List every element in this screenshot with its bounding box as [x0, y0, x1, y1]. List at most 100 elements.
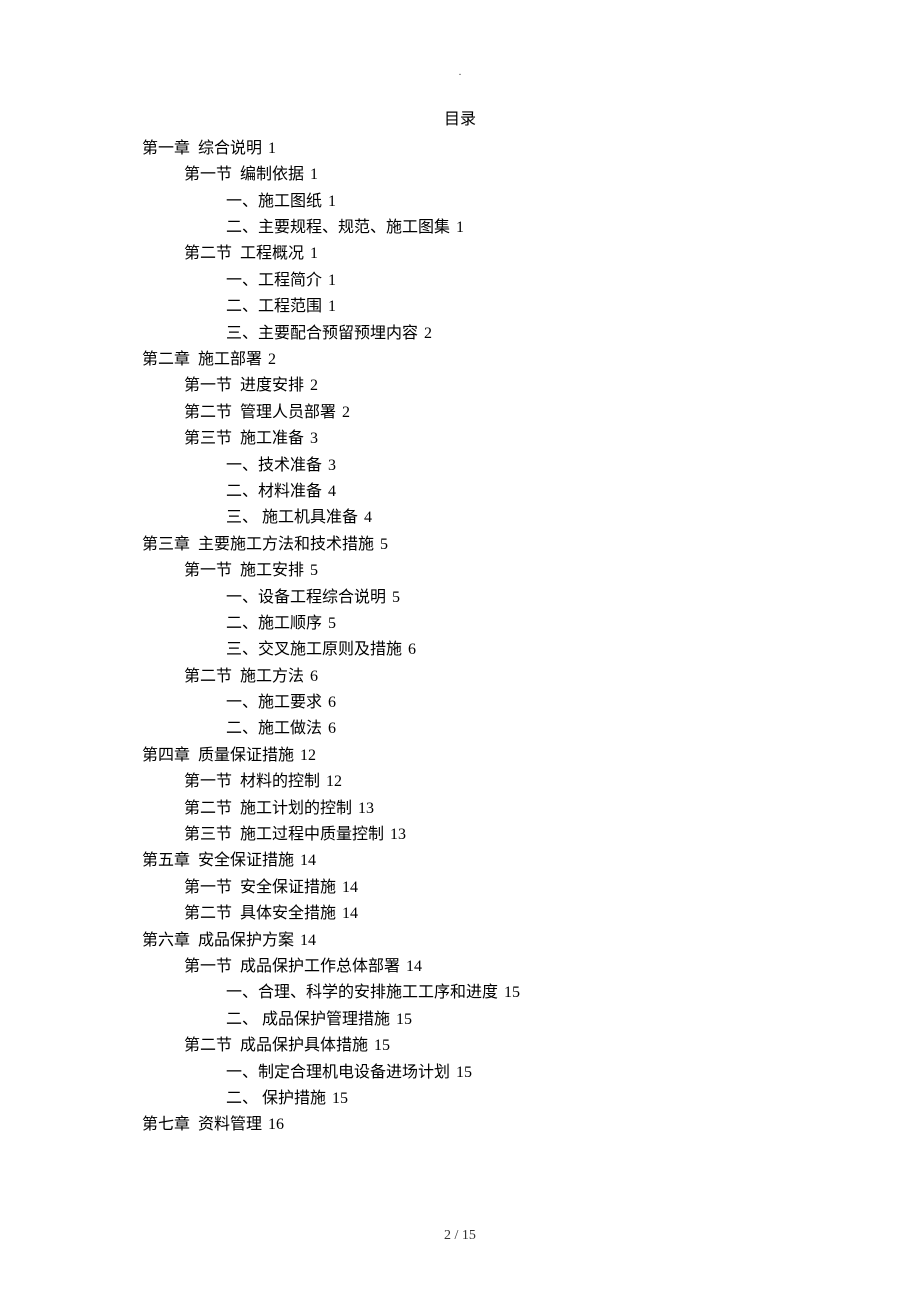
toc-entry-page: 15 — [500, 984, 520, 1001]
toc-entry: 第四章 质量保证措施 12 — [142, 743, 920, 769]
toc-entry-page: 5 — [388, 589, 400, 606]
toc-entry-label: 二、 — [226, 483, 258, 500]
toc-entry-page: 5 — [376, 536, 388, 553]
toc-title: 目录 — [0, 107, 920, 133]
toc-entry-page: 13 — [354, 800, 374, 817]
toc-entry-text: 保护措施 — [258, 1090, 326, 1107]
toc-entry-separator — [232, 562, 240, 579]
toc-entry-text: 工程范围 — [258, 298, 322, 315]
toc-entry: 第二节 施工计划的控制 13 — [184, 796, 920, 822]
toc-entry-separator — [232, 377, 240, 394]
toc-entry-page: 6 — [306, 668, 318, 685]
toc-entry-label: 第二章 — [142, 351, 190, 368]
toc-entry: 二、 成品保护管理措施 15 — [226, 1007, 920, 1033]
toc-entry-text: 施工要求 — [258, 694, 322, 711]
toc-entry: 第三节 施工过程中质量控制 13 — [184, 822, 920, 848]
toc-entry-page: 14 — [296, 852, 316, 869]
toc-entry-page: 5 — [324, 615, 336, 632]
toc-entry-text: 施工方法 — [240, 668, 304, 685]
toc-entry-text: 合理、科学的安排施工工序和进度 — [258, 984, 498, 1001]
toc-entry: 第一节 成品保护工作总体部署 14 — [184, 954, 920, 980]
toc-entry-label: 二、 — [226, 298, 258, 315]
header-mark: . — [0, 0, 920, 82]
toc-entry: 第二节 具体安全措施 14 — [184, 901, 920, 927]
toc-entry-text: 进度安排 — [240, 377, 304, 394]
toc-entry-text: 工程简介 — [258, 272, 322, 289]
toc-entry-page: 1 — [306, 245, 318, 262]
toc-entry-separator — [232, 668, 240, 685]
toc-entry-label: 第一节 — [184, 166, 232, 183]
toc-entry: 三、交叉施工原则及措施 6 — [226, 637, 920, 663]
toc-entry-text: 主要施工方法和技术措施 — [198, 536, 374, 553]
toc-entry-page: 13 — [386, 826, 406, 843]
toc-entry-separator — [232, 430, 240, 447]
toc-entry-label: 第三章 — [142, 536, 190, 553]
toc-entry: 二、材料准备 4 — [226, 479, 920, 505]
toc-entry-text: 技术准备 — [258, 457, 322, 474]
toc-entry-label: 第一节 — [184, 562, 232, 579]
toc-entry-label: 第五章 — [142, 852, 190, 869]
toc-entry: 第一节 进度安排 2 — [184, 373, 920, 399]
toc-entry-page: 1 — [324, 272, 336, 289]
toc-entry-text: 质量保证措施 — [198, 747, 294, 764]
toc-entry-page: 2 — [306, 377, 318, 394]
toc-entry: 一、设备工程综合说明 5 — [226, 585, 920, 611]
toc-entry-page: 16 — [264, 1116, 284, 1133]
toc-entry-text: 管理人员部署 — [240, 404, 336, 421]
toc-entry-separator — [190, 932, 198, 949]
toc-entry-label: 三、 — [226, 641, 258, 658]
toc-entry-separator — [190, 1116, 198, 1133]
toc-entry: 二、施工做法 6 — [226, 716, 920, 742]
page-footer: 2 / 15 — [0, 1224, 920, 1247]
toc-entry-page: 5 — [306, 562, 318, 579]
toc-entry-label: 第二节 — [184, 245, 232, 262]
toc-entry-text: 安全保证措施 — [240, 879, 336, 896]
toc-entry-separator — [232, 958, 240, 975]
toc-entry-text: 制定合理机电设备进场计划 — [258, 1064, 450, 1081]
toc-entry-separator — [190, 351, 198, 368]
toc-entry-label: 一、 — [226, 1064, 258, 1081]
toc-entry-text: 工程概况 — [240, 245, 304, 262]
toc-entry-separator — [232, 166, 240, 183]
toc-entry-label: 第七章 — [142, 1116, 190, 1133]
toc-entry-text: 主要规程、规范、施工图集 — [258, 219, 450, 236]
toc-entry-separator — [190, 852, 198, 869]
toc-entry-text: 施工安排 — [240, 562, 304, 579]
toc-entry-page: 1 — [452, 219, 464, 236]
toc-entry-text: 设备工程综合说明 — [258, 589, 386, 606]
toc-entry: 一、工程简介 1 — [226, 268, 920, 294]
toc-entry-text: 材料准备 — [258, 483, 322, 500]
toc-entry: 第一节 安全保证措施 14 — [184, 875, 920, 901]
toc-entry-separator — [232, 773, 240, 790]
toc-entry-page: 14 — [402, 958, 422, 975]
toc-entry-label: 二、 — [226, 615, 258, 632]
toc-entry: 第三节 施工准备 3 — [184, 426, 920, 452]
toc-entry-separator — [232, 905, 240, 922]
toc-entry-page: 6 — [404, 641, 416, 658]
toc-entry-separator — [232, 245, 240, 262]
toc-entry: 第二节 施工方法 6 — [184, 664, 920, 690]
toc-entry: 第二章 施工部署 2 — [142, 347, 920, 373]
toc-entry: 第一章 综合说明 1 — [142, 136, 920, 162]
toc-entry: 第一节 材料的控制 12 — [184, 769, 920, 795]
toc-entry-page: 2 — [420, 325, 432, 342]
toc-entry: 第二节 管理人员部署 2 — [184, 400, 920, 426]
toc-entry-text: 施工准备 — [240, 430, 304, 447]
toc-entry: 第六章 成品保护方案 14 — [142, 928, 920, 954]
toc-entry-page: 2 — [264, 351, 276, 368]
toc-entry-page: 14 — [338, 905, 358, 922]
toc-entry-label: 第二节 — [184, 1037, 232, 1054]
toc-entry-page: 14 — [296, 932, 316, 949]
toc-entry-label: 第二节 — [184, 905, 232, 922]
toc-entry-label: 二、 — [226, 1090, 258, 1107]
toc-entry-text: 主要配合预留预埋内容 — [258, 325, 418, 342]
toc-entry-separator — [190, 747, 198, 764]
toc-entry: 第三章 主要施工方法和技术措施 5 — [142, 532, 920, 558]
toc-entry-label: 一、 — [226, 457, 258, 474]
toc-entry-text: 具体安全措施 — [240, 905, 336, 922]
toc-entry-page: 3 — [306, 430, 318, 447]
toc-entry-text: 编制依据 — [240, 166, 304, 183]
toc-entry-page: 1 — [324, 298, 336, 315]
toc-entry-text: 资料管理 — [198, 1116, 262, 1133]
toc-entry-page: 6 — [324, 720, 336, 737]
